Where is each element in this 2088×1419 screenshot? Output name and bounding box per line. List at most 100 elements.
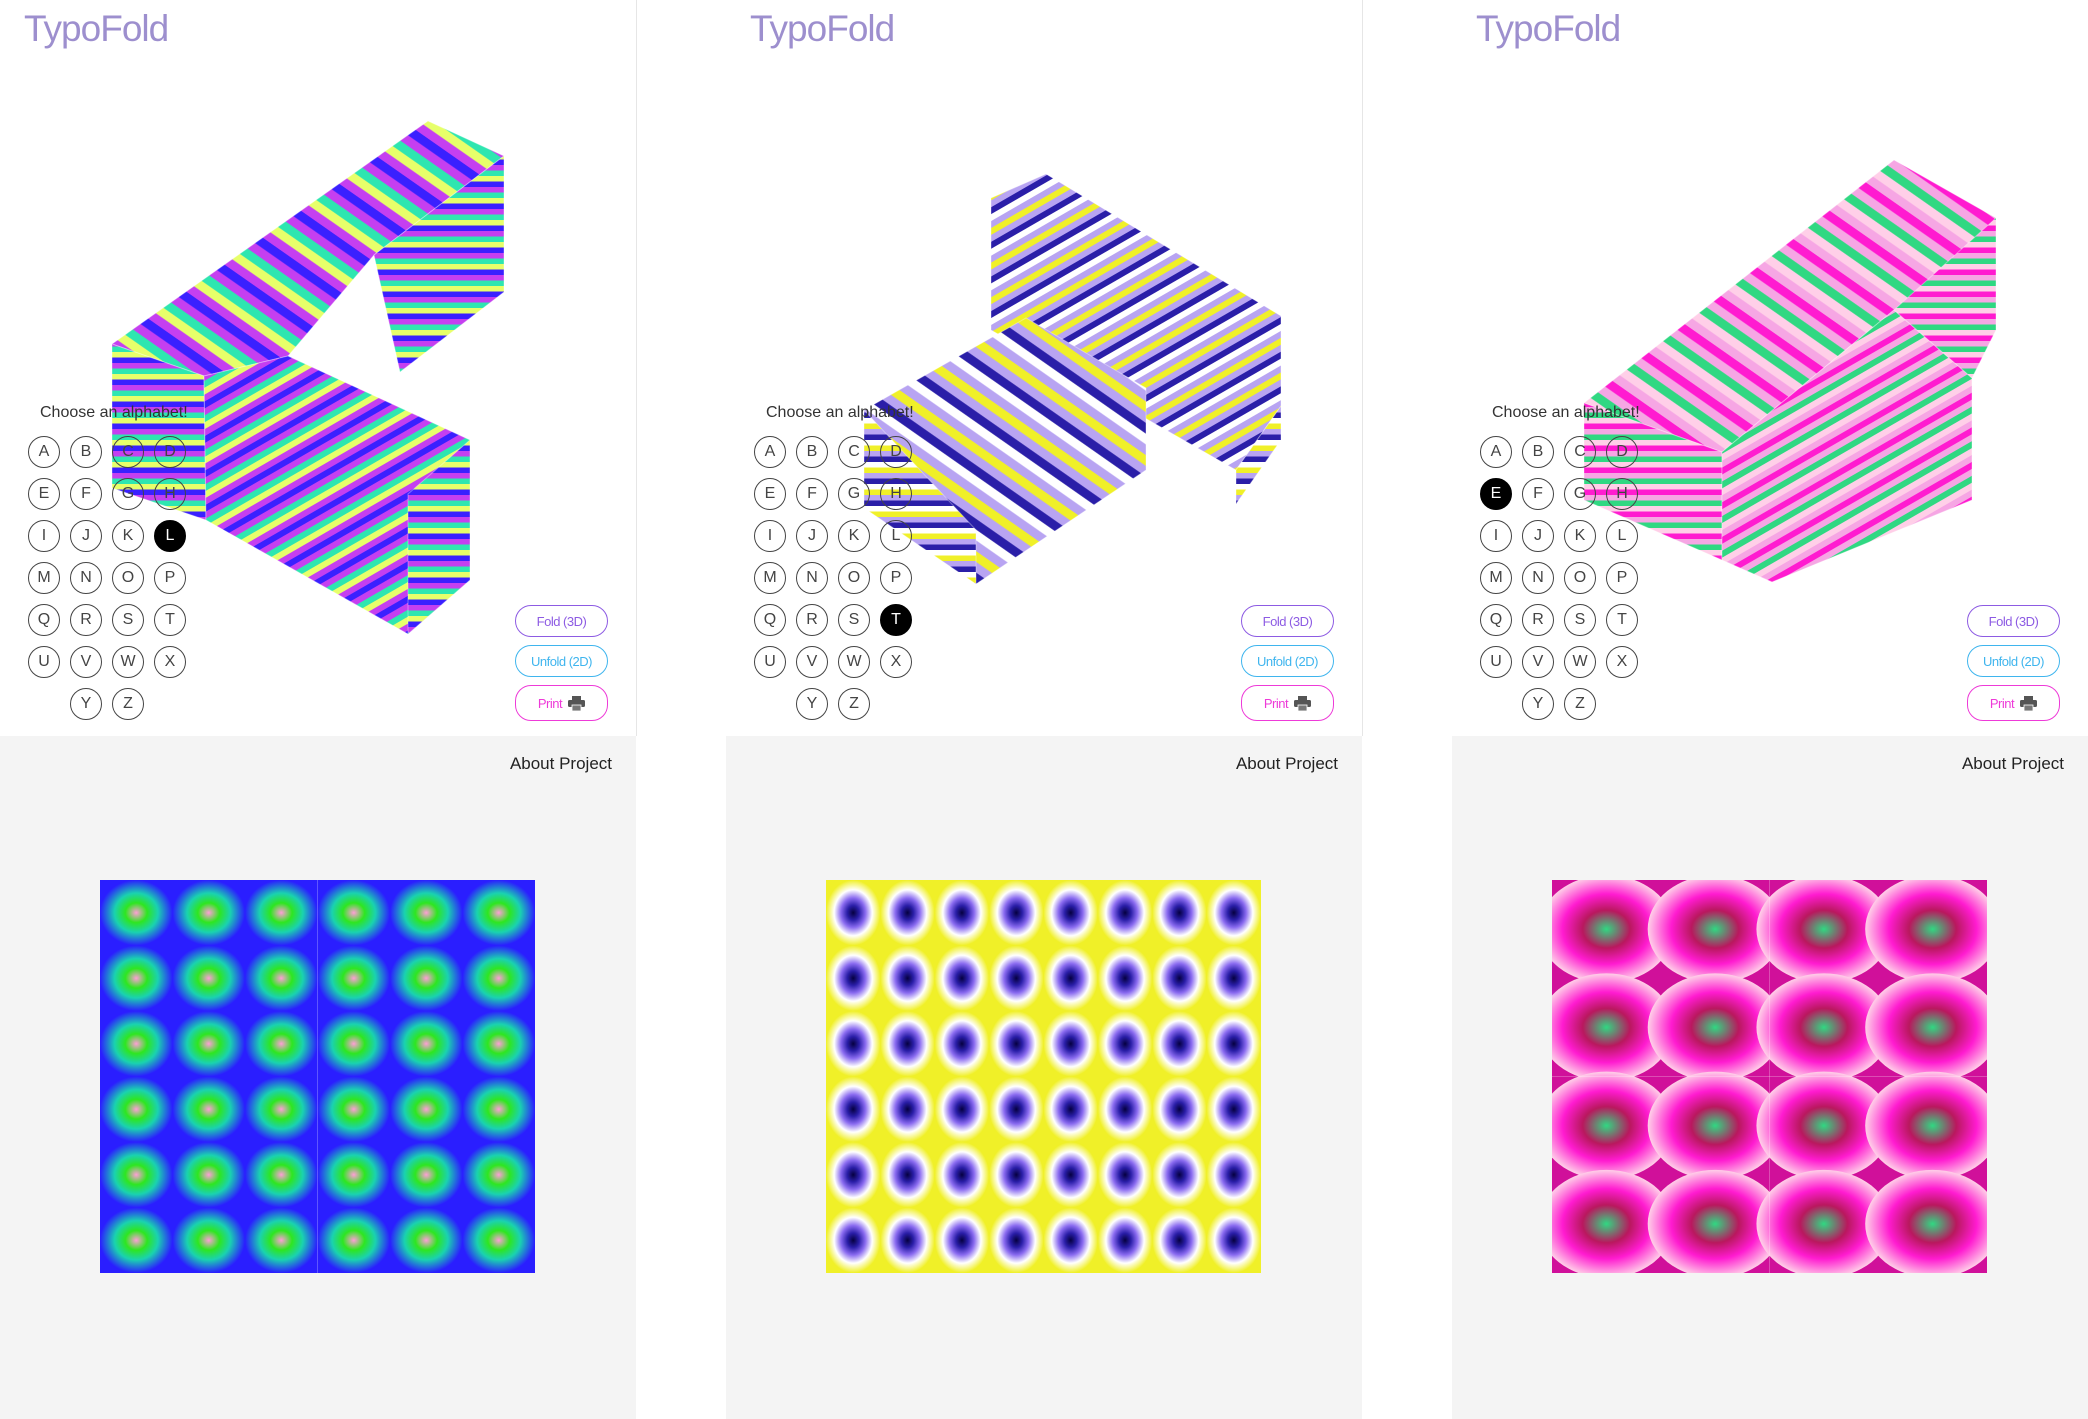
letter-button-v[interactable]: V (1522, 646, 1554, 678)
letter-button-x[interactable]: X (880, 646, 912, 678)
letter-button-s[interactable]: S (1564, 604, 1596, 636)
letter-button-f[interactable]: F (70, 478, 102, 510)
letter-button-x[interactable]: X (154, 646, 186, 678)
letter-button-g[interactable]: G (838, 478, 870, 510)
letter-button-a[interactable]: A (28, 436, 60, 468)
fold-3d-button[interactable]: Fold (3D) (1241, 605, 1334, 637)
letter-button-l[interactable]: L (1606, 520, 1638, 552)
letter-button-f[interactable]: F (1522, 478, 1554, 510)
letter-button-y[interactable]: Y (796, 688, 828, 720)
letter-button-k[interactable]: K (838, 520, 870, 552)
letter-button-o[interactable]: O (112, 562, 144, 594)
letter-button-f[interactable]: F (796, 478, 828, 510)
letter-button-l[interactable]: L (154, 520, 186, 552)
letter-button-d[interactable]: D (880, 436, 912, 468)
letter-button-q[interactable]: Q (28, 604, 60, 636)
about-project-link[interactable]: About Project (1962, 754, 2064, 774)
print-button[interactable]: Print (1241, 685, 1334, 721)
letter-button-h[interactable]: H (1606, 478, 1638, 510)
letter-button-d[interactable]: D (1606, 436, 1638, 468)
pattern-cell (1097, 880, 1153, 946)
letter-button-v[interactable]: V (796, 646, 828, 678)
about-project-link[interactable]: About Project (510, 754, 612, 774)
letter-button-e[interactable]: E (1480, 478, 1512, 510)
letter-button-o[interactable]: O (838, 562, 870, 594)
letter-button-z[interactable]: Z (838, 688, 870, 720)
letter-button-z[interactable]: Z (1564, 688, 1596, 720)
letter-button-m[interactable]: M (28, 562, 60, 594)
letter-button-w[interactable]: W (838, 646, 870, 678)
letter-button-w[interactable]: W (112, 646, 144, 678)
letter-button-q[interactable]: Q (1480, 604, 1512, 636)
letter-button-u[interactable]: U (754, 646, 786, 678)
letter-button-i[interactable]: I (754, 520, 786, 552)
letter-button-s[interactable]: S (838, 604, 870, 636)
unfold-2d-button[interactable]: Unfold (2D) (1967, 645, 2060, 677)
letter-button-g[interactable]: G (1564, 478, 1596, 510)
letter-button-g[interactable]: G (112, 478, 144, 510)
letter-button-s[interactable]: S (112, 604, 144, 636)
letter-button-n[interactable]: N (70, 562, 102, 594)
letter-button-x[interactable]: X (1606, 646, 1638, 678)
letter-button-j[interactable]: J (796, 520, 828, 552)
letter-button-j[interactable]: J (1522, 520, 1554, 552)
fold-3d-button[interactable]: Fold (3D) (515, 605, 608, 637)
letter-button-b[interactable]: B (1522, 436, 1554, 468)
letter-button-w[interactable]: W (1564, 646, 1596, 678)
letter-button-n[interactable]: N (796, 562, 828, 594)
letter-button-h[interactable]: H (154, 478, 186, 510)
letter-button-u[interactable]: U (1480, 646, 1512, 678)
letter-button-h[interactable]: H (880, 478, 912, 510)
letter-button-v[interactable]: V (70, 646, 102, 678)
letter-button-y[interactable]: Y (1522, 688, 1554, 720)
letter-button-t[interactable]: T (880, 604, 912, 636)
about-project-link[interactable]: About Project (1236, 754, 1338, 774)
letter-button-l[interactable]: L (880, 520, 912, 552)
pattern-cell (1043, 945, 1098, 1011)
letter-button-p[interactable]: P (880, 562, 912, 594)
letter-button-p[interactable]: P (1606, 562, 1638, 594)
pattern-cell (880, 1142, 935, 1208)
unfolded-pattern (100, 880, 535, 1273)
letter-button-b[interactable]: B (70, 436, 102, 468)
letter-button-o[interactable]: O (1564, 562, 1596, 594)
letter-button-y[interactable]: Y (70, 688, 102, 720)
letter-button-k[interactable]: K (1564, 520, 1596, 552)
printer-icon (1294, 695, 1312, 711)
letter-button-r[interactable]: R (70, 604, 102, 636)
letter-button-t[interactable]: T (1606, 604, 1638, 636)
letter-button-a[interactable]: A (754, 436, 786, 468)
letter-button-i[interactable]: I (1480, 520, 1512, 552)
letter-button-d[interactable]: D (154, 436, 186, 468)
pattern-cell (934, 1076, 990, 1142)
letter-button-c[interactable]: C (1564, 436, 1596, 468)
letter-button-r[interactable]: R (796, 604, 828, 636)
pattern-cell (826, 1011, 881, 1077)
print-button[interactable]: Print (515, 685, 608, 721)
letter-button-i[interactable]: I (28, 520, 60, 552)
pattern-cell (245, 1011, 318, 1077)
letter-button-e[interactable]: E (28, 478, 60, 510)
letter-button-z[interactable]: Z (112, 688, 144, 720)
letter-button-p[interactable]: P (154, 562, 186, 594)
letter-button-e[interactable]: E (754, 478, 786, 510)
letter-button-c[interactable]: C (838, 436, 870, 468)
letter-button-j[interactable]: J (70, 520, 102, 552)
pattern-cell (172, 1207, 245, 1273)
unfold-2d-button[interactable]: Unfold (2D) (1241, 645, 1334, 677)
letter-button-m[interactable]: M (1480, 562, 1512, 594)
print-button[interactable]: Print (1967, 685, 2060, 721)
letter-button-n[interactable]: N (1522, 562, 1554, 594)
pattern-cell (1043, 1142, 1098, 1208)
letter-button-q[interactable]: Q (754, 604, 786, 636)
letter-button-r[interactable]: R (1522, 604, 1554, 636)
fold-3d-button[interactable]: Fold (3D) (1967, 605, 2060, 637)
letter-button-a[interactable]: A (1480, 436, 1512, 468)
letter-button-b[interactable]: B (796, 436, 828, 468)
letter-button-c[interactable]: C (112, 436, 144, 468)
letter-button-t[interactable]: T (154, 604, 186, 636)
letter-button-u[interactable]: U (28, 646, 60, 678)
letter-button-m[interactable]: M (754, 562, 786, 594)
letter-button-k[interactable]: K (112, 520, 144, 552)
unfold-2d-button[interactable]: Unfold (2D) (515, 645, 608, 677)
